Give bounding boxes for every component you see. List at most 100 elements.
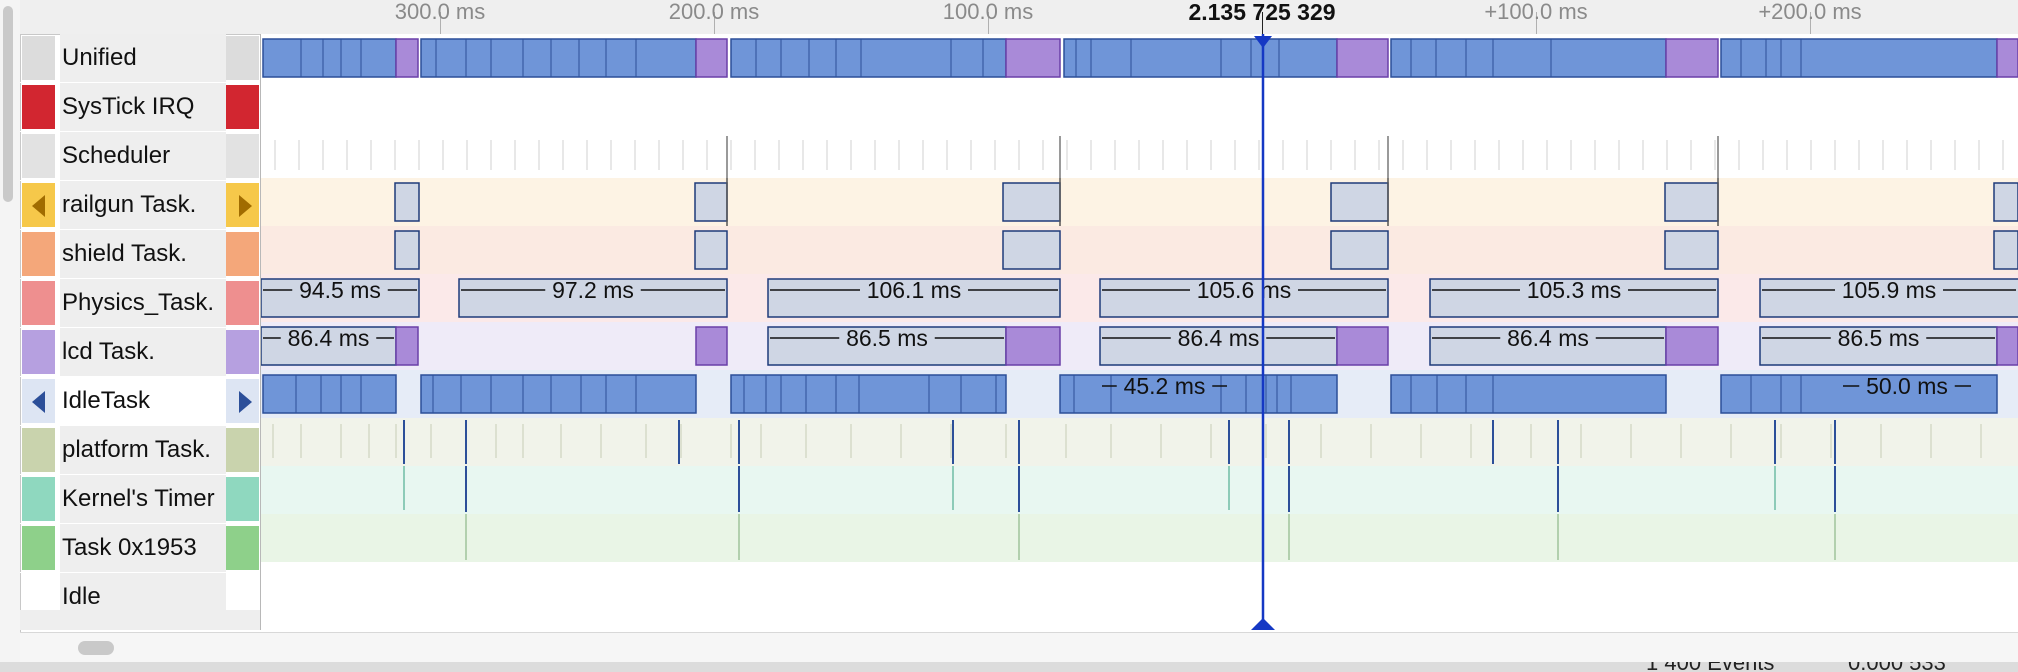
shield-task-block[interactable] xyxy=(1993,230,2018,270)
shield-task-block[interactable] xyxy=(694,230,728,270)
lcd-task-active[interactable] xyxy=(395,326,419,366)
unified-lcd-segment[interactable] xyxy=(395,38,419,78)
row-name: Kernel's Timer xyxy=(60,475,226,523)
lcd-task-active[interactable] xyxy=(1336,326,1389,366)
railgun-task-block[interactable] xyxy=(1664,182,1719,222)
unified-lcd-segment[interactable] xyxy=(1665,38,1719,78)
row-color-swatch xyxy=(226,232,259,276)
time-ruler[interactable]: 300.0 ms 200.0 ms 100.0 ms 2.135 725 329… xyxy=(20,0,2018,35)
unified-segment[interactable] xyxy=(262,38,397,78)
track-row-bg xyxy=(261,178,2018,226)
duration-label: 86.4 ms xyxy=(1178,325,1260,351)
next-event-button[interactable] xyxy=(226,183,259,227)
row-color-swatch xyxy=(226,134,259,178)
idle-task-block[interactable] xyxy=(420,374,697,414)
unified-segment[interactable] xyxy=(1063,38,1338,78)
row-label-unified[interactable]: Unified xyxy=(20,34,261,83)
duration-label: 86.4 ms xyxy=(1507,325,1589,351)
idle-task-block[interactable] xyxy=(730,374,1007,414)
next-event-button[interactable] xyxy=(226,379,259,423)
unified-segment[interactable] xyxy=(730,38,1007,78)
lcd-task-active[interactable] xyxy=(1005,326,1061,366)
track-row-bg xyxy=(261,514,2018,562)
row-color-swatch xyxy=(226,526,259,570)
row-color-swatch xyxy=(22,281,55,325)
unified-lcd-segment[interactable] xyxy=(1336,38,1389,78)
unified-segment[interactable] xyxy=(1390,38,1667,78)
prev-event-button[interactable] xyxy=(22,379,55,423)
duration-label: 86.5 ms xyxy=(846,325,928,351)
row-label-kernel-timer[interactable]: Kernel's Timer xyxy=(20,475,261,524)
row-labels-panel: Unified SysTick IRQ Scheduler railgun Ta… xyxy=(20,34,261,622)
ruler-tick-label: 100.0 ms xyxy=(942,0,1034,24)
row-label-railgun-task[interactable]: railgun Task. xyxy=(20,181,261,230)
unified-lcd-segment[interactable] xyxy=(1005,38,1061,78)
row-label-task-0x1953[interactable]: Task 0x1953 xyxy=(20,524,261,573)
lcd-task-active[interactable] xyxy=(1665,326,1719,366)
row-name: platform Task. xyxy=(60,426,226,474)
timeline-tracks[interactable]: 94.5 ms 97.2 ms 106.1 ms 105.6 ms 105.3 ms 10… xyxy=(261,34,2018,630)
shield-task-block[interactable] xyxy=(1002,230,1061,270)
ruler-tick-label: 300.0 ms xyxy=(394,0,486,24)
row-label-idle-task[interactable]: IdleTask xyxy=(20,377,261,426)
row-color-swatch xyxy=(226,281,259,325)
idle-task-block[interactable] xyxy=(262,374,397,414)
row-name: railgun Task. xyxy=(60,181,226,229)
row-label-platform-task[interactable]: platform Task. xyxy=(20,426,261,475)
row-color-swatch xyxy=(22,477,55,521)
unified-segment[interactable] xyxy=(420,38,697,78)
railgun-task-block[interactable] xyxy=(1993,182,2018,222)
row-color-swatch xyxy=(226,477,259,521)
unified-lcd-segment[interactable] xyxy=(695,38,728,78)
ruler-tick-label: +100.0 ms xyxy=(1484,0,1588,24)
row-color-swatch xyxy=(226,330,259,374)
railgun-task-block[interactable] xyxy=(1002,182,1061,222)
event-count: 1 400 Events xyxy=(1646,662,1774,672)
row-name: Physics_Task. xyxy=(60,279,226,327)
vertical-scrollbar[interactable] xyxy=(0,0,21,672)
idle-task-block[interactable] xyxy=(1720,374,1998,414)
row-name: Task 0x1953 xyxy=(60,524,226,572)
row-color-swatch xyxy=(226,36,259,80)
row-color-swatch xyxy=(226,428,259,472)
unified-segment[interactable] xyxy=(1720,38,1998,78)
ruler-tick-label: 200.0 ms xyxy=(668,0,760,24)
railgun-task-block[interactable] xyxy=(1330,182,1389,222)
row-label-systick-irq[interactable]: SysTick IRQ xyxy=(20,83,261,132)
cursor-bottom-handle[interactable] xyxy=(1251,618,1275,630)
row-color-swatch xyxy=(226,85,259,129)
railgun-task-block[interactable] xyxy=(694,182,728,222)
row-label-scheduler[interactable]: Scheduler xyxy=(20,132,261,181)
lcd-task-active[interactable] xyxy=(1996,326,2018,366)
shield-task-block[interactable] xyxy=(1330,230,1389,270)
cursor-tick: 2.135 725 329 xyxy=(1188,0,1336,34)
duration-label: 105.3 ms xyxy=(1527,277,1622,303)
unified-lcd-segment[interactable] xyxy=(1996,38,2018,78)
shield-task-block[interactable] xyxy=(1664,230,1719,270)
railgun-task-block[interactable] xyxy=(394,182,420,222)
prev-event-button[interactable] xyxy=(22,183,55,227)
shield-task-block[interactable] xyxy=(394,230,420,270)
track-row-bg xyxy=(261,466,2018,514)
row-label-lcd-task[interactable]: lcd Task. xyxy=(20,328,261,377)
row-name: IdleTask xyxy=(60,377,226,425)
row-name: lcd Task. xyxy=(60,328,226,376)
horizontal-scrollbar[interactable] xyxy=(20,632,2018,663)
track-row-bg xyxy=(261,82,2018,130)
row-label-shield-task[interactable]: shield Task. xyxy=(20,230,261,279)
ruler-tick: 200.0 ms xyxy=(669,0,759,34)
duration-label: 105.6 ms xyxy=(1197,277,1292,303)
duration-label: 97.2 ms xyxy=(552,277,634,303)
row-name: Unified xyxy=(60,34,226,82)
track-row-bg xyxy=(261,418,2018,466)
track-row-bg xyxy=(261,226,2018,274)
horizontal-scrollbar-thumb[interactable] xyxy=(78,641,114,655)
idle-task-block[interactable] xyxy=(1390,374,1667,414)
ruler-tick: +100.0 ms xyxy=(1484,0,1588,34)
arrow-right-icon xyxy=(239,391,252,413)
lcd-task-active[interactable] xyxy=(695,326,728,366)
vertical-scrollbar-thumb[interactable] xyxy=(3,6,13,202)
arrow-left-icon xyxy=(32,195,45,217)
ruler-tick-label: +200.0 ms xyxy=(1758,0,1862,24)
row-label-physics-task[interactable]: Physics_Task. xyxy=(20,279,261,328)
